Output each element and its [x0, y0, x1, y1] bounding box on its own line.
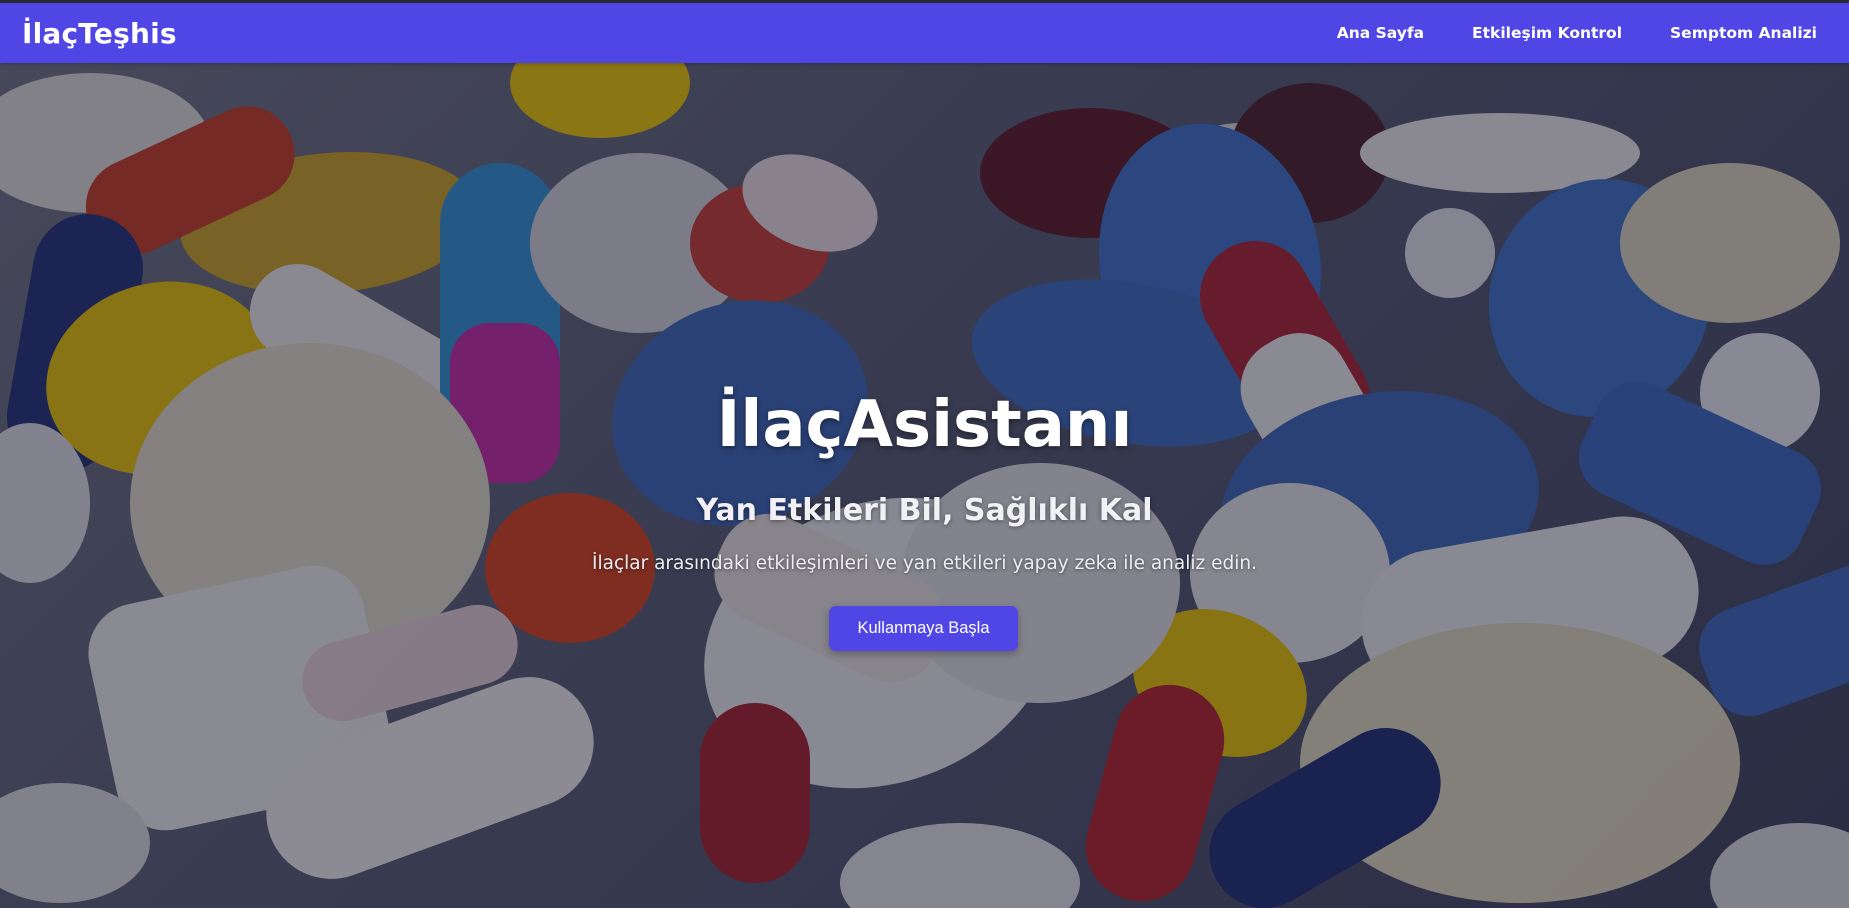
nav-links: Ana Sayfa Etkileşim Kontrol Semptom Anal… [1337, 24, 1817, 42]
hero-dark-overlay [0, 63, 1849, 908]
get-started-button[interactable]: Kullanmaya Başla [829, 606, 1018, 651]
hero-title: İlaçAsistanı [716, 388, 1133, 462]
hero-subtitle: Yan Etkileri Bil, Sağlıklı Kal [696, 493, 1153, 528]
hero-section: İlaçAsistanı Yan Etkileri Bil, Sağlıklı … [0, 63, 1849, 908]
nav-link-home[interactable]: Ana Sayfa [1337, 24, 1424, 42]
hero-description: İlaçlar arasındaki etkileşimleri ve yan … [592, 553, 1257, 574]
navbar: İlaçTeşhis Ana Sayfa Etkileşim Kontrol S… [0, 3, 1849, 63]
brand-logo[interactable]: İlaçTeşhis [22, 17, 177, 50]
nav-link-symptom-analysis[interactable]: Semptom Analizi [1670, 24, 1817, 42]
nav-link-interaction-check[interactable]: Etkileşim Kontrol [1472, 24, 1622, 42]
